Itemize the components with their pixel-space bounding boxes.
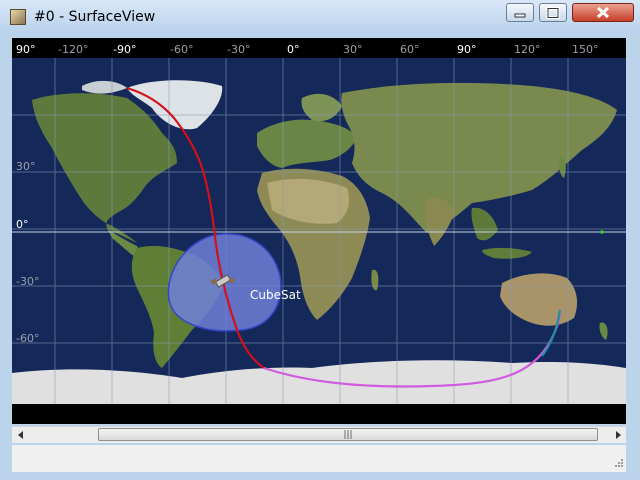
maximize-button[interactable] xyxy=(539,3,567,22)
scroll-left-button[interactable] xyxy=(12,427,29,443)
lon-label: 150° xyxy=(572,43,599,56)
lat-label: -30° xyxy=(16,275,39,288)
satellite-label: CubeSat xyxy=(250,288,301,302)
lon-label: -60° xyxy=(170,43,193,56)
horizontal-scrollbar[interactable]: ||| xyxy=(12,426,626,443)
lon-label: 60° xyxy=(400,43,420,56)
ground-station-marker[interactable] xyxy=(600,230,604,234)
title-bar[interactable]: #0 - SurfaceView xyxy=(0,0,640,34)
surfaceview-window: #0 - SurfaceView 90° -120° -90° -60° -30… xyxy=(0,0,640,480)
grip-glyph: ||| xyxy=(343,429,353,440)
lat-label: -60° xyxy=(16,332,39,345)
scroll-right-button[interactable] xyxy=(609,427,626,443)
close-icon xyxy=(596,6,610,19)
close-button[interactable] xyxy=(572,3,634,22)
lon-label: 120° xyxy=(514,43,541,56)
arrow-right-icon xyxy=(615,431,621,439)
lat-label: 30° xyxy=(16,160,36,173)
minimize-icon xyxy=(514,13,526,17)
status-bar xyxy=(12,445,626,472)
lon-label: -90° xyxy=(113,43,136,56)
minimize-button[interactable] xyxy=(506,3,534,22)
surface-map[interactable]: 90° -120° -90° -60° -30° 0° 30° 60° 90° … xyxy=(12,38,626,424)
lon-label: -30° xyxy=(227,43,250,56)
lon-label: -120° xyxy=(58,43,88,56)
maximize-icon xyxy=(546,6,560,19)
lon-label: 0° xyxy=(287,43,300,56)
map-app-icon[interactable] xyxy=(10,9,26,25)
lon-label: 30° xyxy=(343,43,363,56)
world-map[interactable]: 90° -120° -90° -60° -30° 0° 30° 60° 90° … xyxy=(12,38,626,424)
lat-label: 0° xyxy=(16,218,29,231)
window-title: #0 - SurfaceView xyxy=(34,9,156,25)
resize-grip-icon[interactable] xyxy=(612,458,624,470)
arrow-left-icon xyxy=(17,431,23,439)
lon-label: 90° xyxy=(457,43,477,56)
scroll-thumb[interactable]: ||| xyxy=(98,428,598,441)
lon-label: 90° xyxy=(16,43,36,56)
